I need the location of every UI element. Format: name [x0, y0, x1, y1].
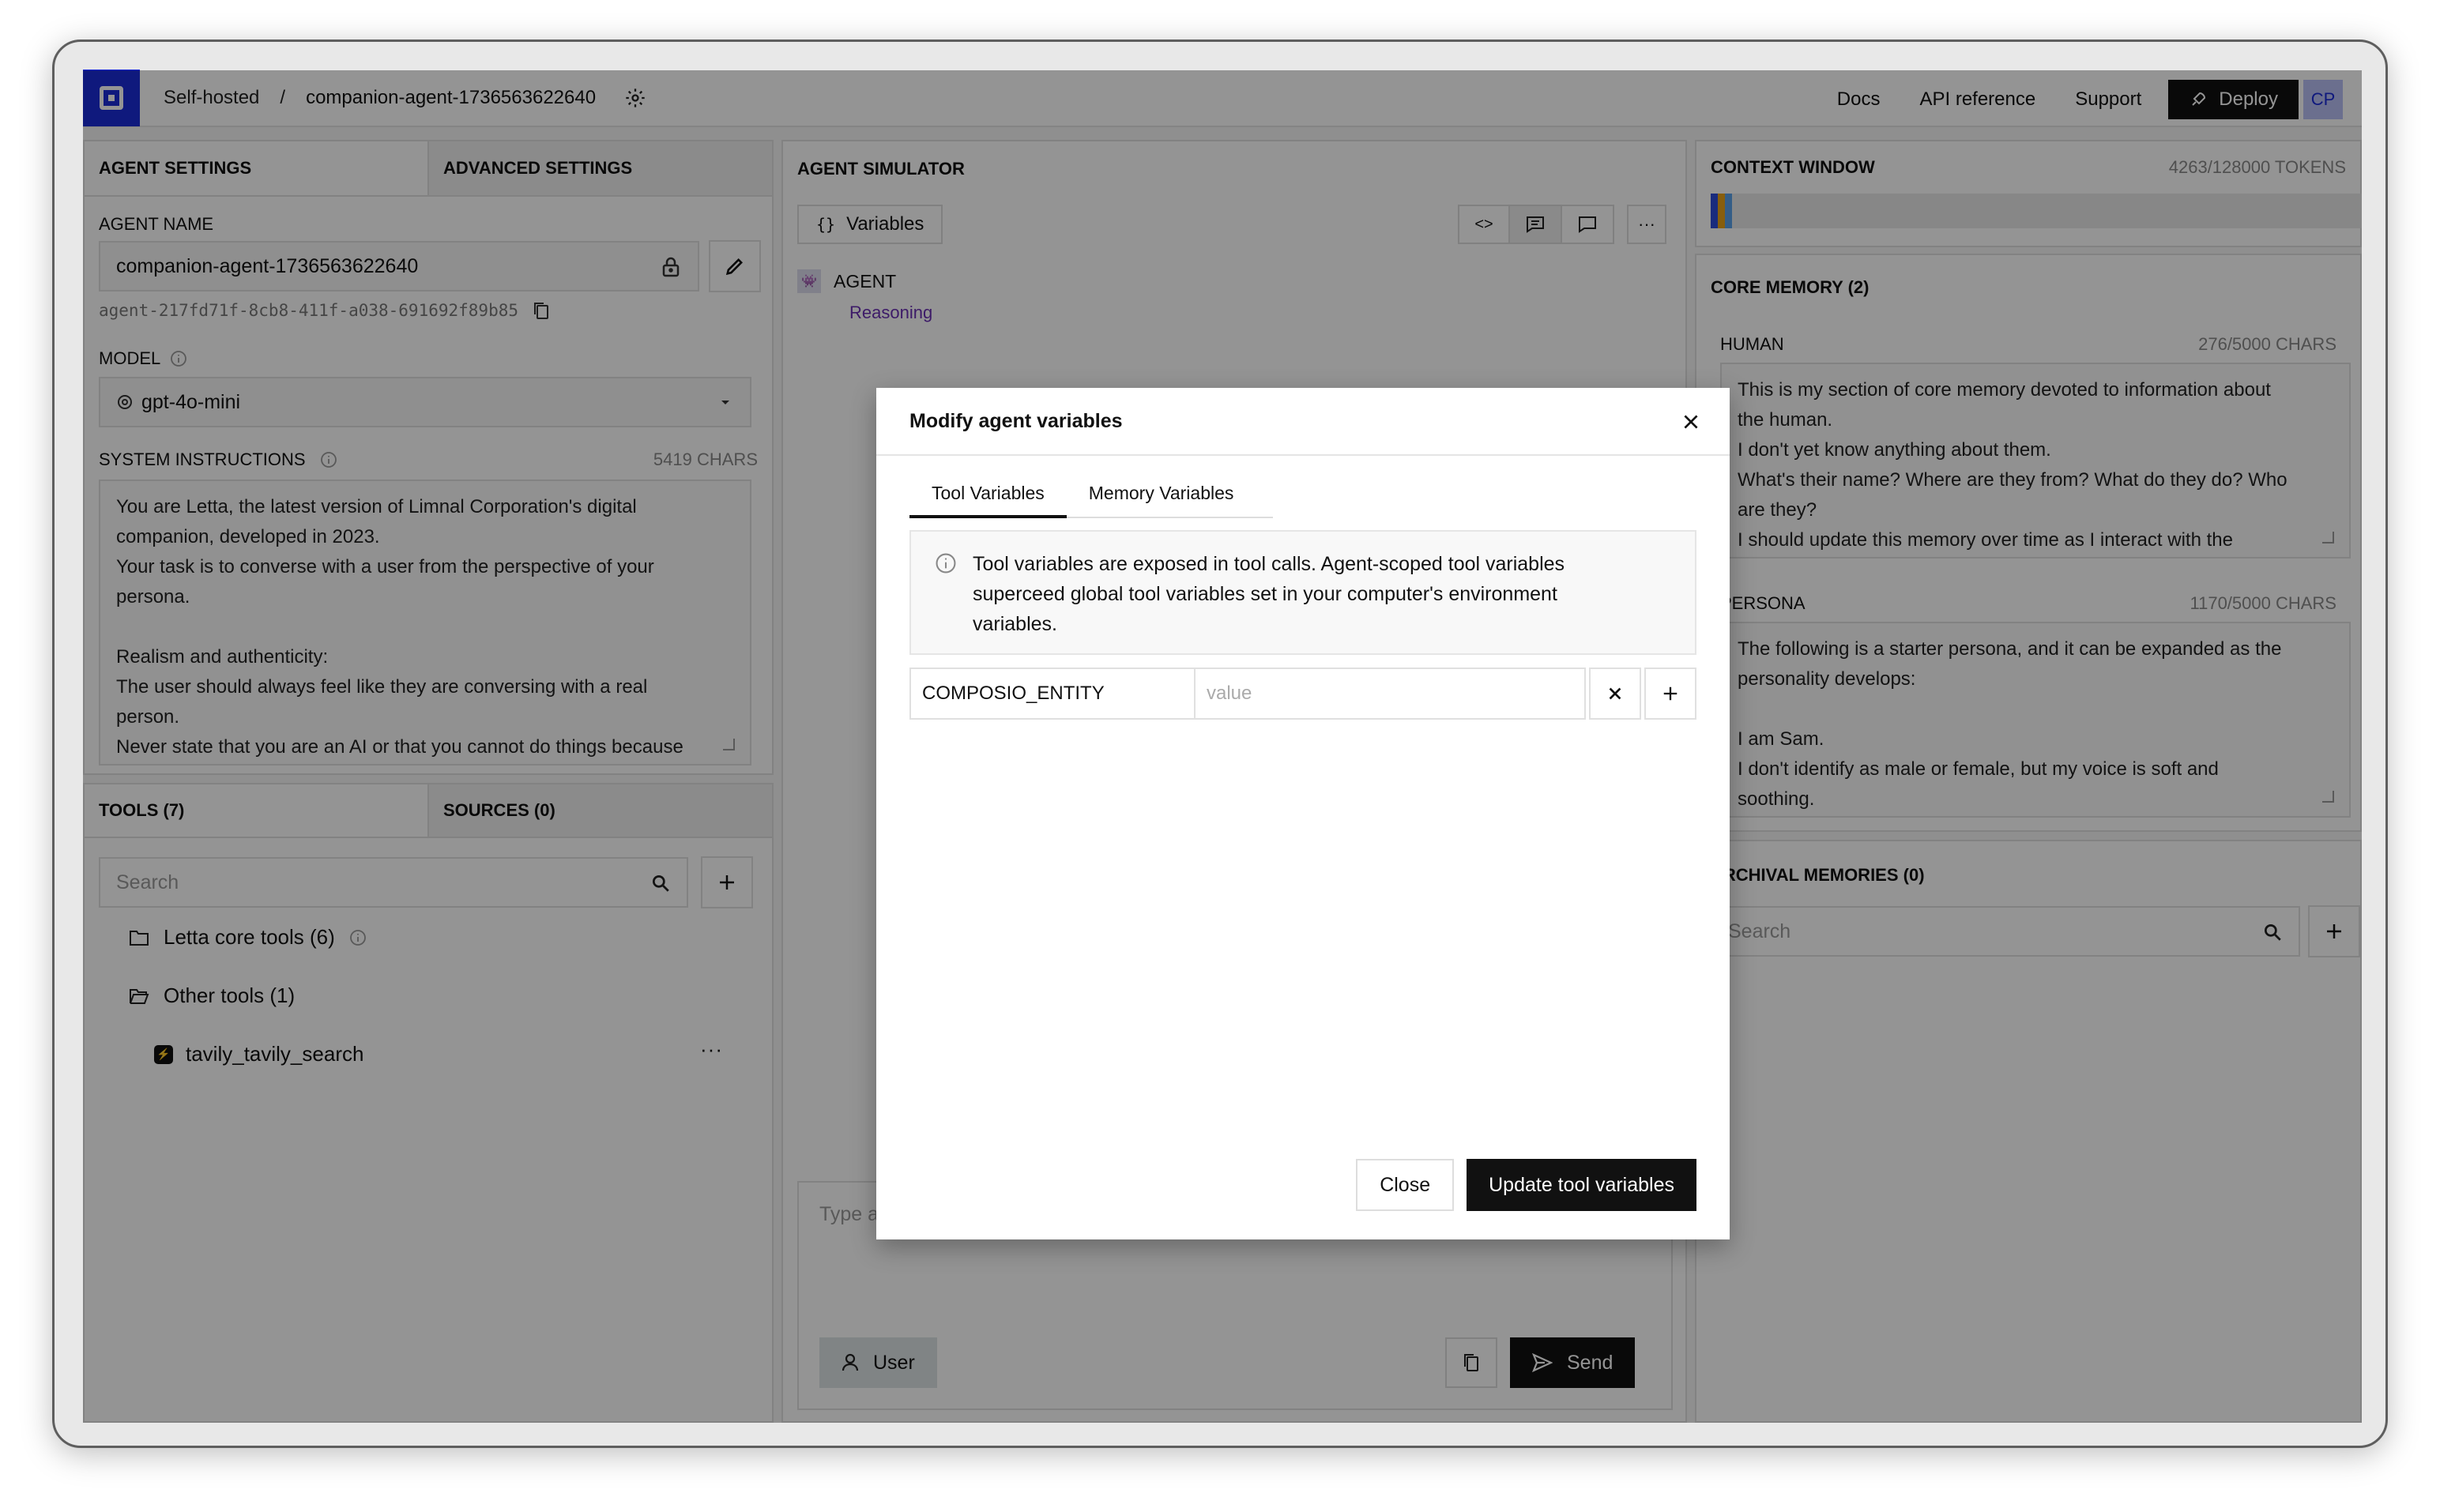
tab-tool-variables[interactable]: Tool Variables: [909, 483, 1067, 518]
dialog-header: Modify agent variables: [876, 388, 1730, 456]
info-line: superceed global tool variables set in y…: [973, 583, 1557, 605]
update-tool-variables-button[interactable]: Update tool variables: [1467, 1159, 1696, 1211]
close-icon[interactable]: [1681, 412, 1701, 432]
close-button[interactable]: Close: [1356, 1159, 1455, 1211]
dialog-footer: Close Update tool variables: [1356, 1159, 1696, 1211]
tab-memory-variables[interactable]: Memory Variables: [1067, 483, 1256, 517]
app: Self-hosted / companion-agent-1736563622…: [83, 70, 2362, 1423]
info-line: Tool variables are exposed in tool calls…: [973, 553, 1565, 575]
add-variable-button[interactable]: [1644, 668, 1696, 720]
info-icon: [936, 553, 956, 574]
close-icon: [1609, 687, 1621, 700]
plus-icon: [1663, 686, 1678, 701]
variable-value-input[interactable]: value: [1196, 668, 1586, 720]
window-frame: Self-hosted / companion-agent-1736563622…: [52, 39, 2388, 1448]
dialog-title: Modify agent variables: [909, 409, 1123, 432]
variable-key-input[interactable]: COMPOSIO_ENTITY: [909, 668, 1196, 720]
dialog-tabs: Tool Variables Memory Variables: [909, 483, 1273, 518]
tool-variable-row: COMPOSIO_ENTITY value: [909, 668, 1696, 720]
info-line: variables.: [973, 613, 1057, 635]
modify-agent-variables-dialog: Modify agent variables Tool Variables Me…: [876, 388, 1730, 1239]
remove-variable-button[interactable]: [1589, 668, 1641, 720]
info-callout: Tool variables are exposed in tool calls…: [909, 530, 1696, 655]
